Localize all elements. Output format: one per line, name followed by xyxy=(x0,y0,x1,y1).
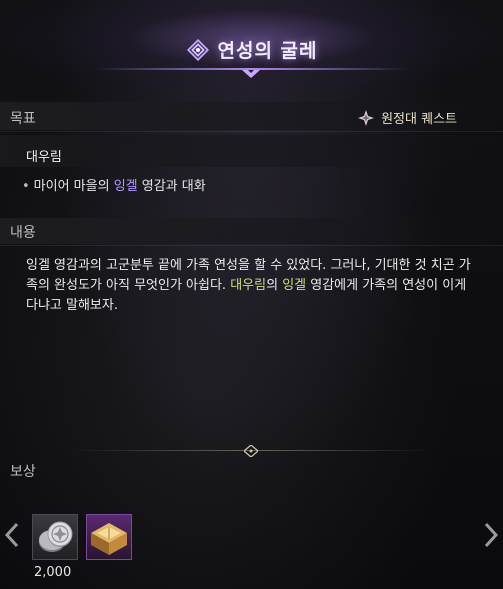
objective-item: • 마이어 마을의 잉겔 영감과 대화 xyxy=(22,175,206,194)
content-divider xyxy=(0,245,503,246)
title-bar: 연성의 굴레 xyxy=(0,36,503,67)
description-part2: 의 xyxy=(266,278,283,293)
content-header-band xyxy=(0,218,503,244)
quest-name-band xyxy=(0,135,503,167)
objective-section-label: 목표 xyxy=(10,111,36,127)
quest-zone-name: 대우림 xyxy=(26,150,62,165)
window-title: 연성의 굴레 xyxy=(217,40,318,62)
description-place-highlight: 대우림 xyxy=(230,278,267,293)
reward-section-label: 보상 xyxy=(10,464,36,480)
golden-chest-icon xyxy=(91,523,127,555)
objective-divider xyxy=(0,131,503,132)
prev-arrow-icon[interactable] xyxy=(4,522,20,548)
expedition-quest-icon xyxy=(358,109,375,126)
quest-emblem-icon xyxy=(187,38,210,61)
objective-suffix: 영감과 대화 xyxy=(137,179,206,194)
divider-ornament-icon xyxy=(244,445,258,457)
silver-coin-icon xyxy=(39,521,73,552)
reward-slot-silver[interactable] xyxy=(32,514,78,560)
title-ornament-icon xyxy=(242,70,260,78)
reward-slot-chest[interactable] xyxy=(86,514,132,560)
description-npc-highlight: 잉겔 xyxy=(282,278,307,293)
bullet-icon: • xyxy=(22,179,30,194)
objective-prefix: 마이어 마을의 xyxy=(33,179,114,194)
quest-type-label: 원정대 퀘스트 xyxy=(381,112,457,127)
content-section-label: 내용 xyxy=(10,225,36,241)
reward-quantity: 2,000 xyxy=(34,565,72,580)
next-arrow-icon[interactable] xyxy=(483,522,499,548)
objective-npc-name: 잉겔 xyxy=(113,179,138,194)
quest-type: 원정대 퀘스트 xyxy=(357,108,457,127)
quest-description: 잉겔 영감과의 고군분투 끝에 가족 연성을 할 수 있었다. 그러나, 기대한… xyxy=(26,256,476,316)
window-title-group: 연성의 굴레 xyxy=(185,36,317,63)
